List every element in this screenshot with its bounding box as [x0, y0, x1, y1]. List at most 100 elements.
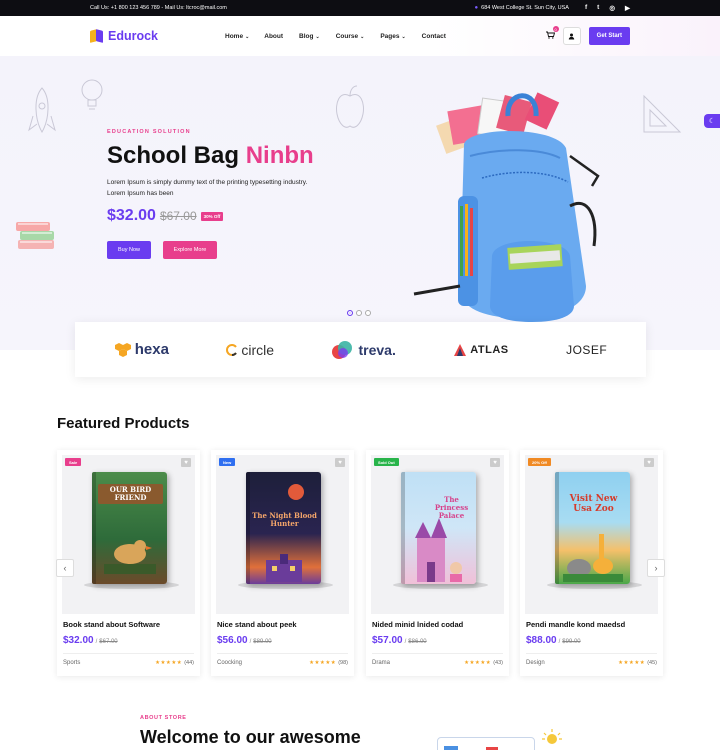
product-badge: Sold Out	[374, 458, 399, 466]
product-rating: ★★★★★ (43)	[464, 660, 503, 666]
hero-prices: $32.00 $67.00 30% Off	[107, 207, 224, 225]
user-icon[interactable]	[562, 27, 581, 45]
site-header: Edurock Home ⌄ About Blog ⌄ Course ⌄ Pages ⌄…	[0, 16, 720, 56]
book-cover-title: Visit New Usa Zoo	[569, 494, 618, 515]
lightbulb-icon	[542, 729, 562, 744]
product-card[interactable]: The Princess Palace Sold Out ♥ Nided min…	[366, 450, 509, 676]
nav-pages[interactable]: Pages ⌄	[380, 33, 405, 40]
hero-eyebrow: EDUCATION SOLUTION	[107, 129, 191, 135]
logo-text: Edurock	[108, 29, 159, 43]
circle-logo-icon	[226, 343, 238, 356]
product-card[interactable]: OUR BIRD FRIEND Sale ♥ Book stand about …	[57, 450, 200, 676]
product-name[interactable]: Nided minid lnided codad	[372, 620, 463, 629]
star-icons: ★★★★★	[155, 660, 183, 666]
product-category[interactable]: Coocking	[217, 660, 242, 666]
brand-logos: hexa circle treva. ATLAS JOSEF	[75, 322, 646, 377]
featured-products-title: Featured Products	[57, 415, 190, 432]
book-cover-title: The Night Blood Hunter	[252, 511, 317, 529]
chevron-down-icon: ⌄	[315, 33, 320, 40]
nav-about[interactable]: About	[264, 33, 283, 40]
heart-icon[interactable]: ♥	[490, 458, 500, 467]
heart-icon[interactable]: ♥	[335, 458, 345, 467]
product-price: $32.00/$67.00	[63, 635, 118, 646]
instagram-icon[interactable]: ◎	[609, 4, 615, 12]
hero-old-price: $67.00	[159, 209, 197, 223]
brand-josef-logo: JOSEF	[566, 342, 608, 357]
product-badge: Sale	[65, 458, 82, 466]
brand-treva-logo: treva.	[331, 340, 396, 360]
slider-dot-2[interactable]	[356, 310, 362, 316]
product-badge: New	[219, 458, 236, 466]
explore-more-button[interactable]: Explore More	[163, 241, 217, 259]
logo-icon	[90, 29, 104, 43]
book-cover-title: OUR BIRD FRIEND	[98, 484, 163, 505]
logo[interactable]: Edurock	[90, 29, 225, 43]
carousel-next-button[interactable]: ›	[647, 559, 665, 577]
cart-icon[interactable]: 0	[545, 26, 559, 41]
address-text: 684 West College St. Sun City, USA	[481, 5, 569, 11]
hexa-logo-icon	[114, 342, 131, 357]
main-nav: Home ⌄ About Blog ⌄ Course ⌄ Pages ⌄ Contact	[225, 33, 546, 40]
product-price: $56.00/$89.00	[217, 635, 272, 646]
facebook-icon[interactable]: f	[585, 4, 587, 12]
product-image[interactable]: Visit New Usa Zoo	[525, 455, 658, 614]
lightbulb-icon	[81, 79, 103, 110]
about-illustration	[437, 737, 535, 750]
slider-dots	[347, 310, 371, 316]
about-eyebrow: ABOUT STORE	[140, 715, 187, 721]
hero-section: EDUCATION SOLUTION School Bag Ninbn Lore…	[0, 56, 720, 350]
social-links: f t ◎ ▶	[585, 4, 630, 12]
slider-dot-3[interactable]	[365, 310, 371, 316]
product-name[interactable]: Pendi mandle kond maedsd	[526, 620, 625, 629]
brand-atlas-logo: ATLAS	[453, 343, 508, 357]
product-image[interactable]: The Princess Palace	[371, 455, 504, 614]
chevron-right-icon: ›	[654, 563, 658, 573]
top-bar: Call Us: +1 800 123 456 789 - Mail Us: l…	[0, 0, 720, 16]
product-category[interactable]: Drama	[372, 660, 390, 666]
contact-info: Call Us: +1 800 123 456 789 - Mail Us: l…	[90, 5, 227, 11]
about-title: Welcome to our awesome	[140, 727, 361, 747]
slider-dot-1[interactable]	[347, 310, 353, 316]
carousel-prev-button[interactable]: ‹	[56, 559, 74, 577]
product-category[interactable]: Design	[526, 660, 545, 666]
nav-contact[interactable]: Contact	[422, 33, 446, 40]
dark-mode-toggle-icon[interactable]: ☾	[704, 114, 720, 128]
product-price: $57.00/$86.00	[372, 635, 427, 646]
nav-course[interactable]: Course ⌄	[336, 33, 365, 40]
product-card[interactable]: The Night Blood Hunter New ♥ Nice stand …	[211, 450, 354, 676]
product-rating: ★★★★★ (98)	[309, 660, 348, 666]
heart-icon[interactable]: ♥	[181, 458, 191, 467]
treva-logo-icon	[332, 340, 353, 359]
location-icon: ●	[474, 5, 479, 11]
cart-count: 0	[552, 26, 559, 32]
books-stack-icon	[16, 222, 54, 249]
chevron-down-icon: ⌄	[245, 33, 250, 40]
buy-now-button[interactable]: Buy Now	[107, 241, 151, 259]
backpack-image	[413, 92, 600, 322]
discount-badge: 30% Off	[200, 211, 224, 221]
chevron-down-icon: ⌄	[401, 33, 406, 40]
nav-blog[interactable]: Blog ⌄	[299, 33, 320, 40]
product-image[interactable]: The Night Blood Hunter	[216, 455, 349, 614]
atlas-logo-icon	[454, 343, 467, 356]
product-rating: ★★★★★ (45)	[618, 660, 657, 666]
hero-price: $32.00	[107, 207, 156, 224]
product-card[interactable]: Visit New Usa Zoo 20% Off ♥ Pendi mandle…	[520, 450, 663, 676]
apple-icon	[336, 85, 364, 128]
heart-icon[interactable]: ♥	[644, 458, 654, 467]
product-carousel: OUR BIRD FRIEND Sale ♥ Book stand about …	[57, 450, 664, 676]
product-name[interactable]: Book stand about Software	[63, 620, 160, 629]
product-rating: ★★★★★ (44)	[155, 660, 194, 666]
product-category[interactable]: Sports	[63, 660, 80, 666]
header-actions: 0 Get Start	[545, 26, 630, 45]
twitter-icon[interactable]: t	[597, 4, 599, 12]
product-image[interactable]: OUR BIRD FRIEND	[62, 455, 195, 614]
youtube-icon[interactable]: ▶	[625, 4, 630, 12]
nav-home[interactable]: Home ⌄	[225, 33, 249, 40]
get-start-button[interactable]: Get Start	[588, 27, 630, 45]
product-name[interactable]: Nice stand about peek	[217, 620, 297, 629]
rocket-icon	[28, 87, 56, 133]
set-square-icon	[643, 94, 682, 133]
chevron-down-icon: ⌄	[360, 33, 365, 40]
brand-hexa-logo: hexa	[114, 341, 169, 358]
